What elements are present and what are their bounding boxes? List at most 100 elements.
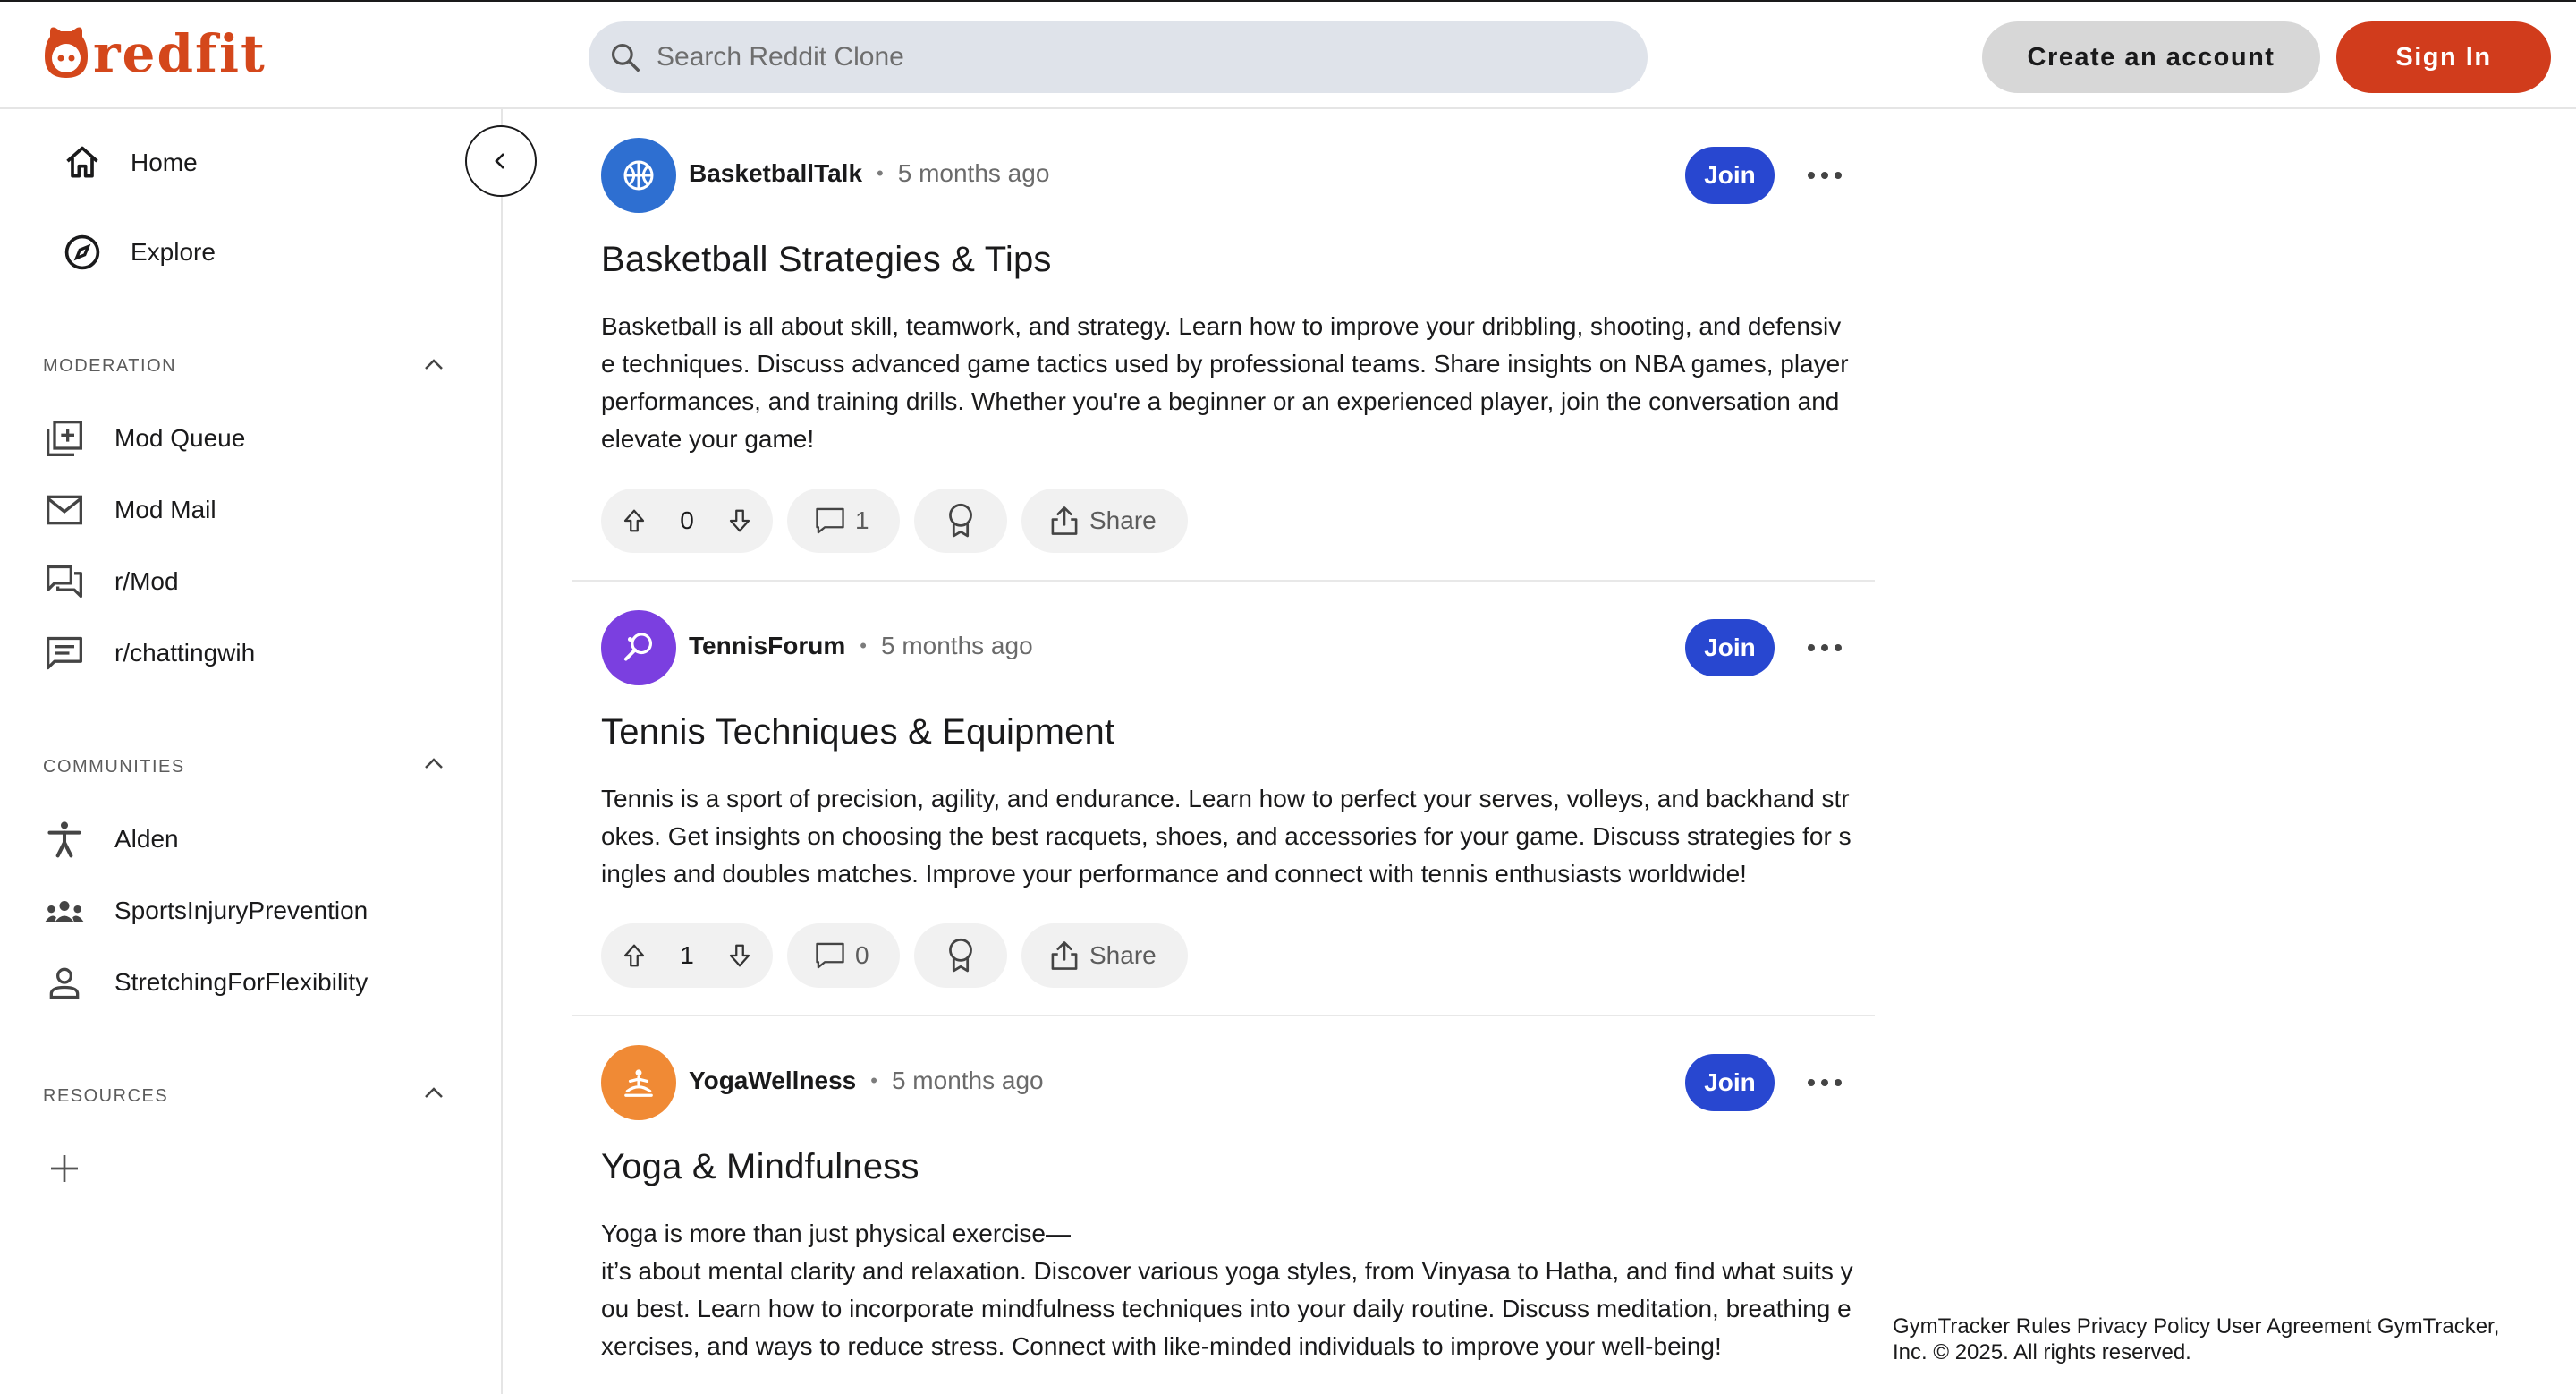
- share-label: Share: [1089, 941, 1157, 969]
- yoga-icon: [624, 1069, 653, 1097]
- top-header: redfit Create an account Sign In: [0, 0, 2576, 109]
- post-title[interactable]: Basketball Strategies & Tips: [601, 240, 1052, 280]
- group-icon: [43, 889, 86, 932]
- separator-dot: •: [877, 162, 884, 184]
- create-account-button[interactable]: Create an account: [1982, 21, 2320, 93]
- more-horizontal-icon: [1808, 1079, 1842, 1086]
- award-icon: [949, 503, 972, 538]
- vote-count: 1: [680, 941, 694, 969]
- tennis-racket-icon: [623, 633, 653, 661]
- search-input[interactable]: [657, 42, 1551, 72]
- join-button[interactable]: Join: [1685, 147, 1775, 204]
- share-icon: [1051, 941, 1078, 970]
- post-body-line1: Yoga is more than just physical exercise…: [601, 1220, 1071, 1247]
- chevron-up-icon[interactable]: [420, 1079, 447, 1106]
- join-button[interactable]: Join: [1685, 619, 1775, 676]
- search-icon: [611, 43, 640, 72]
- share-button[interactable]: Share: [1021, 489, 1188, 553]
- sidebar-item-label: StretchingForFlexibility: [114, 968, 369, 996]
- more-options-button[interactable]: [1798, 157, 1852, 193]
- sidebar-item-r-chattingwih[interactable]: r/chattingwih: [43, 632, 255, 675]
- chevron-left-icon: [495, 153, 504, 169]
- community-avatar[interactable]: [601, 138, 676, 213]
- search-bar[interactable]: [589, 21, 1648, 93]
- comment-icon: [816, 507, 844, 534]
- post-body: Tennis is a sport of precision, agility,…: [601, 785, 1852, 888]
- comment-count: 1: [855, 506, 869, 534]
- vote-control: 1: [601, 923, 773, 988]
- separator-dot: •: [870, 1069, 877, 1092]
- person-icon: [43, 961, 86, 1004]
- vote-control: 0: [601, 489, 773, 553]
- comments-button[interactable]: 1: [787, 489, 900, 553]
- sidebar-item-label: Explore: [131, 238, 216, 266]
- sign-in-button[interactable]: Sign In: [2336, 21, 2551, 93]
- add-resource-button[interactable]: [43, 1147, 114, 1190]
- award-icon: [949, 938, 972, 973]
- logo[interactable]: redfit: [41, 23, 267, 84]
- sidebar-item-mod-queue[interactable]: Mod Queue: [43, 417, 245, 460]
- sidebar-item-home[interactable]: Home: [61, 141, 198, 184]
- share-icon: [1051, 506, 1078, 535]
- mail-icon: [43, 489, 86, 531]
- sidebar-item-label: Home: [131, 149, 198, 176]
- sidebar-item-alden[interactable]: Alden: [43, 818, 179, 861]
- sidebar-item-explore[interactable]: Explore: [61, 231, 216, 274]
- more-options-button[interactable]: [1798, 1065, 1852, 1101]
- logo-icon: [45, 27, 88, 78]
- home-icon: [61, 141, 104, 184]
- join-button[interactable]: Join: [1685, 1054, 1775, 1111]
- community-name[interactable]: YogaWellness: [689, 1067, 856, 1095]
- sidebar-item-label: r/Mod: [114, 567, 179, 595]
- compass-icon: [61, 231, 104, 274]
- sidebar-item-stretchingforflexibility[interactable]: StretchingForFlexibility: [43, 961, 368, 1004]
- community-name[interactable]: TennisForum: [689, 632, 845, 660]
- chevron-up-icon[interactable]: [420, 750, 447, 777]
- sidebar-item-sportsinjuryprevention[interactable]: SportsInjuryPrevention: [43, 889, 368, 932]
- post-actions: 0 1 Share: [601, 489, 1202, 553]
- post-title[interactable]: Yoga & Mindfulness: [601, 1147, 919, 1187]
- post-meta: TennisForum • 5 months ago: [689, 632, 1033, 660]
- chat-icon: [43, 632, 86, 675]
- comments-button[interactable]: 0: [787, 923, 900, 988]
- vote-count: 0: [680, 506, 694, 534]
- share-button[interactable]: Share: [1021, 923, 1188, 988]
- accessibility-icon: [43, 818, 86, 861]
- downvote-icon[interactable]: [726, 942, 753, 969]
- downvote-icon[interactable]: [726, 507, 753, 534]
- post-divider: [572, 1015, 1875, 1016]
- separator-dot: •: [860, 634, 867, 657]
- chevron-up-icon[interactable]: [420, 351, 447, 378]
- post-time: 5 months ago: [891, 1067, 1044, 1094]
- collapse-sidebar-button[interactable]: [465, 125, 537, 197]
- sidebar-item-label: SportsInjuryPrevention: [114, 897, 369, 924]
- comment-icon: [816, 942, 844, 969]
- sidebar-item-label: Mod Mail: [114, 496, 216, 523]
- more-options-button[interactable]: [1798, 630, 1852, 666]
- award-button[interactable]: [914, 923, 1007, 988]
- left-sidebar: Home Explore MODERATION Mod Queue Mod Ma…: [0, 109, 503, 1394]
- forum-icon: [43, 560, 86, 603]
- sidebar-item-r-mod[interactable]: r/Mod: [43, 560, 179, 603]
- community-avatar[interactable]: [601, 610, 676, 685]
- resources-section-title: RESOURCES: [43, 1086, 169, 1106]
- more-horizontal-icon: [1808, 172, 1842, 179]
- post-time: 5 months ago: [897, 159, 1050, 187]
- sidebar-item-mod-mail[interactable]: Mod Mail: [43, 489, 216, 531]
- award-button[interactable]: [914, 489, 1007, 553]
- logo-text: redfit: [93, 23, 267, 84]
- sidebar-item-label: Alden: [114, 825, 179, 853]
- post-actions: 1 0 Share: [601, 923, 1202, 988]
- post-time: 5 months ago: [880, 632, 1033, 659]
- post-body: Basketball is all about skill, teamwork,…: [601, 312, 1849, 453]
- community-avatar[interactable]: [601, 1045, 676, 1120]
- upvote-icon[interactable]: [621, 507, 648, 534]
- post-divider: [572, 580, 1875, 582]
- sidebar-item-label: r/chattingwih: [114, 639, 256, 667]
- post-meta: YogaWellness • 5 months ago: [689, 1067, 1044, 1095]
- communities-section-title: COMMUNITIES: [43, 757, 185, 777]
- upvote-icon[interactable]: [621, 942, 648, 969]
- community-name[interactable]: BasketballTalk: [689, 159, 862, 188]
- moderation-section-title: MODERATION: [43, 356, 177, 376]
- post-title[interactable]: Tennis Techniques & Equipment: [601, 712, 1114, 752]
